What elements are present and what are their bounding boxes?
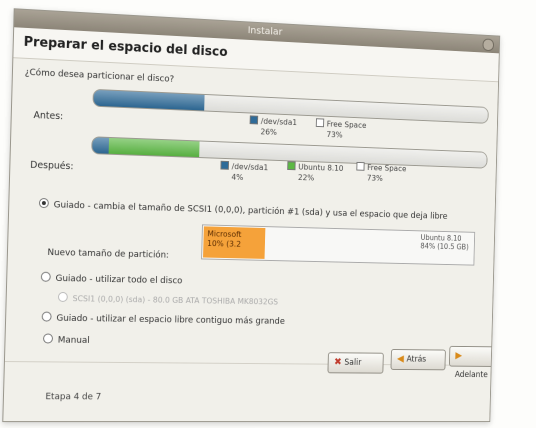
window-title: Instalar: [247, 25, 283, 38]
after-legend-item-2: Ubuntu 8.10 22%: [287, 161, 344, 184]
legend-percent: 73%: [326, 130, 343, 140]
color-swatch-icon: [249, 115, 259, 125]
option-label: Guiado - utilizar todo el disco: [55, 273, 183, 287]
quit-button[interactable]: ✖ Salir: [327, 352, 384, 374]
radio-unselected-icon[interactable]: [40, 271, 51, 282]
legend-name: Ubuntu 8.10: [298, 162, 344, 173]
option-label: Guiado - utilizar el espacio libre conti…: [56, 313, 285, 327]
quit-label: Salir: [344, 358, 362, 368]
microsoft-title: Microsoft: [207, 229, 242, 240]
legend-name: /dev/sda1: [260, 116, 298, 128]
forward-arrow-icon: ▶: [455, 350, 463, 362]
after-label: Después:: [30, 159, 74, 173]
before-segment-1: [93, 89, 205, 111]
color-swatch-icon: [315, 118, 325, 128]
step-indicator: Etapa 4 de 7: [45, 392, 102, 403]
before-legend-item-1: /dev/sda1 26%: [249, 115, 297, 138]
radio-unselected-icon[interactable]: [42, 333, 54, 344]
back-label: Atrás: [406, 354, 427, 365]
option-guided-largest-free[interactable]: Guiado - utilizar el espacio libre conti…: [41, 311, 285, 327]
microsoft-partition[interactable]: Microsoft 10% (3.2: [203, 226, 266, 259]
forward-button[interactable]: ▶ Adelante: [448, 345, 499, 380]
option-guided-resize[interactable]: Guiado - cambia el tamaño de SCSI1 (0,0,…: [38, 197, 448, 222]
microsoft-size: 10% (3.2: [207, 239, 242, 249]
back-arrow-icon: ◀: [396, 353, 405, 365]
forward-label: Adelante: [454, 370, 488, 380]
legend-percent: 26%: [260, 127, 278, 137]
after-legend-item-1: /dev/sda1 4%: [220, 160, 269, 184]
page-title: Preparar el espacio del disco: [23, 34, 228, 61]
partition-question: ¿Cómo desea particionar el disco?: [24, 67, 175, 85]
option-label: Guiado - cambia el tamaño de SCSI1 (0,0,…: [53, 200, 448, 222]
after-legend-item-3: Free Space 73%: [356, 161, 407, 185]
radio-selected-icon[interactable]: [38, 197, 49, 209]
radio-disabled-icon[interactable]: [57, 291, 68, 303]
legend-name: Free Space: [326, 119, 367, 130]
after-segment-1: [92, 137, 110, 154]
radio-unselected-icon[interactable]: [41, 311, 52, 322]
legend-percent: 22%: [297, 173, 315, 183]
option-manual[interactable]: Manual: [42, 333, 90, 346]
option-label: Manual: [57, 335, 90, 346]
ubuntu-partition: Ubuntu 8.10 84% (10.5 GB): [420, 233, 469, 251]
partition-resize-slider[interactable]: Microsoft 10% (3.2 Ubuntu 8.10 84% (10.5…: [201, 224, 476, 266]
photo-stage: Instalar Preparar el espacio del disco ¿…: [0, 0, 536, 428]
option-guided-whole-disk[interactable]: Guiado - utilizar todo el disco: [40, 271, 183, 287]
ubuntu-size: 84% (10.5 GB): [420, 241, 469, 252]
legend-name: Free Space: [367, 163, 407, 174]
color-swatch-icon: [356, 161, 365, 171]
close-icon[interactable]: [482, 38, 495, 52]
legend-percent: 4%: [231, 172, 244, 182]
before-legend-item-2: Free Space 73%: [315, 118, 367, 141]
color-swatch-icon: [220, 160, 230, 170]
before-label: Antes:: [33, 110, 64, 123]
color-swatch-icon: [287, 161, 296, 171]
after-segment-2: [108, 137, 200, 158]
legend-name: /dev/sda1: [231, 162, 269, 173]
disk-select-option[interactable]: SCSI1 (0,0,0) (sda) - 80.0 GB ATA TOSHIB…: [57, 291, 279, 307]
installer-window: Instalar Preparar el espacio del disco ¿…: [2, 8, 501, 423]
quit-icon: ✖: [333, 357, 342, 368]
resize-label: Nuevo tamaño de partición:: [47, 247, 170, 261]
disk-label: SCSI1 (0,0,0) (sda) - 80.0 GB ATA TOSHIB…: [72, 294, 279, 307]
back-button[interactable]: ◀ Atrás: [390, 349, 446, 371]
legend-percent: 73%: [366, 173, 383, 183]
